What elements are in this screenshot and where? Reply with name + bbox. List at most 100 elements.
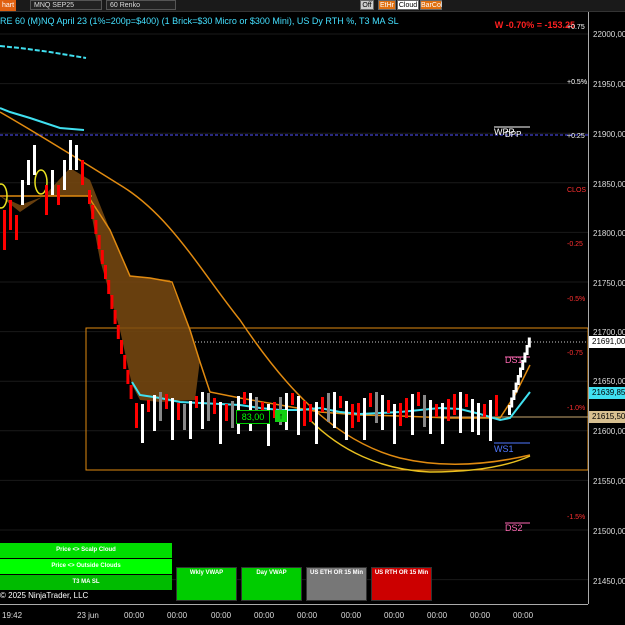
time-tick: 00:00 — [297, 611, 318, 620]
copyright-text: © 2025 NinjaTrader, LLC — [0, 591, 89, 600]
renko-brick — [171, 398, 174, 440]
renko-brick — [189, 401, 192, 439]
legend-t3-ma: T3 MA SL — [0, 575, 172, 590]
renko-brick — [113, 310, 117, 324]
renko-brick — [100, 250, 104, 264]
renko-brick — [351, 404, 354, 428]
price-tick: 21900,00 — [593, 130, 625, 139]
renko-brick — [51, 170, 54, 195]
price-tick: 21750,00 — [593, 279, 625, 288]
renko-brick — [120, 340, 123, 354]
renko-brick — [123, 355, 127, 369]
vwap-price-label: 21639,85 — [589, 387, 625, 399]
renko-brick — [465, 394, 468, 407]
price-axis[interactable] — [588, 12, 625, 604]
renko-brick — [297, 396, 300, 435]
renko-brick — [177, 403, 180, 420]
level-price-label: 21615,50 — [589, 411, 625, 423]
renko-brick — [387, 400, 390, 413]
time-tick: 00:00 — [124, 611, 145, 620]
renko-brick — [435, 404, 438, 417]
weekly-vwap-button[interactable]: Wkly VWAP — [176, 567, 237, 601]
renko-brick — [219, 402, 222, 444]
ds2-label: DS2 — [505, 523, 523, 533]
renko-brick — [9, 200, 12, 230]
pct-label: +0.25 — [567, 133, 585, 140]
renko-brick — [183, 404, 186, 430]
renko-brick — [15, 215, 18, 240]
cloud-fill — [0, 168, 200, 402]
legend-scalp-cloud: Price <> Scalp Cloud — [0, 543, 172, 558]
price-tick: 21600,00 — [593, 427, 625, 436]
price-tick: 21500,00 — [593, 527, 625, 536]
pct-label: CLOS — [567, 187, 587, 194]
renko-brick — [165, 394, 168, 409]
pct-label: -1.5% — [567, 514, 586, 521]
rth-or-button[interactable]: US RTH OR 15 Min — [371, 567, 432, 601]
chart-canvas[interactable] — [0, 0, 625, 624]
value-box: 83,00 — [236, 410, 270, 424]
price-gridlines — [0, 33, 588, 581]
time-tick: 00:00 — [427, 611, 448, 620]
time-tick: 00:00 — [167, 611, 188, 620]
pct-label: -1.0% — [567, 405, 586, 412]
renko-brick — [489, 400, 492, 441]
renko-brick — [405, 398, 408, 418]
renko-brick — [27, 160, 30, 185]
renko-brick — [81, 160, 84, 185]
renko-brick — [110, 295, 114, 309]
renko-brick — [483, 404, 486, 417]
renko-brick — [303, 401, 306, 426]
renko-brick — [63, 160, 66, 190]
renko-brick — [94, 220, 98, 234]
weekly-band-line — [0, 45, 87, 59]
price-tick: 21450,00 — [593, 577, 625, 586]
renko-brick — [231, 401, 234, 428]
renko-brick — [116, 325, 120, 339]
renko-brick — [153, 395, 156, 431]
renko-brick — [225, 404, 228, 421]
renko-brick — [327, 393, 330, 422]
renko-brick — [345, 401, 348, 440]
renko-brick — [381, 395, 384, 430]
renko-brick — [423, 395, 426, 427]
renko-brick — [126, 370, 130, 384]
renko-brick — [213, 398, 216, 414]
price-tick: 21550,00 — [593, 477, 625, 486]
eth-or-button[interactable]: US ETH OR 15 Min — [306, 567, 367, 601]
dpp-label: DPP — [505, 130, 522, 139]
price-tick: 21650,00 — [593, 377, 625, 386]
time-tick: 19:42 — [2, 611, 23, 620]
pct-label: +0.75 — [567, 24, 585, 31]
time-tick: 23 jun — [77, 611, 99, 620]
renko-brick — [333, 392, 336, 428]
price-tick: 21950,00 — [593, 80, 625, 89]
renko-brick — [309, 404, 312, 422]
renko-brick — [357, 403, 360, 422]
price-tick: 22000,00 — [593, 30, 625, 39]
price-tick: 21800,00 — [593, 229, 625, 238]
renko-brick — [207, 393, 210, 421]
legend-outside-clouds: Price <> Outside Clouds — [0, 559, 172, 574]
renko-brick — [393, 404, 396, 444]
renko-brick — [141, 404, 144, 443]
time-tick: 00:00 — [384, 611, 405, 620]
renko-brick — [291, 393, 294, 405]
current-price-label: 21691,00 — [589, 336, 625, 348]
renko-brick — [315, 402, 318, 444]
renko-brick — [91, 205, 95, 219]
renko-brick — [495, 395, 498, 416]
renko-brick — [453, 394, 456, 415]
renko-brick — [243, 392, 246, 404]
renko-brick — [33, 145, 36, 175]
ds1-label: DS1 — [505, 355, 523, 365]
value-arrow-icon: ↑ — [275, 410, 287, 422]
renko-brick — [527, 337, 531, 348]
renko-brick — [104, 265, 107, 279]
renko-brick — [459, 392, 462, 433]
renko-brick — [45, 185, 48, 215]
day-vwap-button[interactable]: Day VWAP — [241, 567, 302, 601]
pct-label: -0.5% — [567, 296, 586, 303]
renko-brick — [477, 403, 480, 435]
renko-brick — [399, 403, 402, 426]
